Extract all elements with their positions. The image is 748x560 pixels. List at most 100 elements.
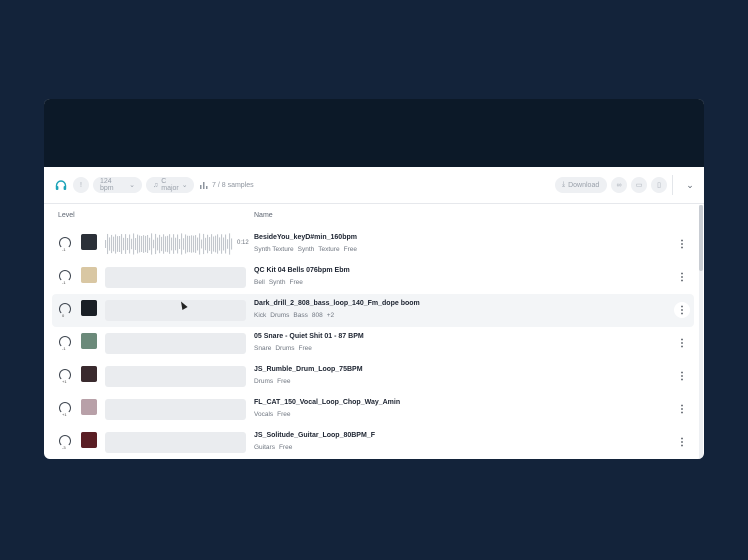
tag[interactable]: Drums	[270, 312, 289, 319]
table-row[interactable]: -3 JS_Solitude_Guitar_Loop_80BPM_F Guitars…	[52, 426, 694, 459]
cover-art[interactable]	[81, 399, 97, 415]
sample-count: 7 / 8 samples	[200, 177, 254, 193]
info-button[interactable]: !	[73, 177, 89, 193]
waveform-placeholder[interactable]	[105, 333, 246, 354]
waveform-placeholder[interactable]	[105, 432, 246, 453]
table-row[interactable]: -1 QC Kit 04 Bells 076bpm Ebm Bell Synth Fre…	[52, 261, 694, 294]
top-panel	[44, 99, 704, 167]
tag[interactable]: Free	[277, 378, 290, 385]
tag[interactable]: 808	[312, 312, 323, 319]
table-row[interactable]: +1 FL_CAT_150_Vocal_Loop_Chop_Way_Amin Voc…	[52, 393, 694, 426]
cover-art[interactable]	[81, 333, 97, 349]
table-row[interactable]: -1 05 Snare - Quiet Shit 01 - 87 BPM Snare…	[52, 327, 694, 360]
more-options-button[interactable]: ⋮	[674, 302, 690, 318]
level-column-header[interactable]: Level	[58, 212, 75, 219]
toolbar: ! 124 bpm ⌄ ♫ C major ⌄ 7 / 8 samples ⤓ …	[44, 167, 704, 204]
more-vertical-icon: ⋮	[677, 304, 687, 316]
tag[interactable]: Texture	[318, 246, 339, 253]
download-button[interactable]: ⤓ Download	[555, 177, 607, 193]
tag[interactable]: Snare	[254, 345, 271, 352]
tag-list: Drums Free	[254, 378, 295, 385]
chevron-down-icon: ⌄	[181, 182, 188, 189]
more-vertical-icon: ⋮	[677, 238, 687, 250]
tag-list: Guitars Free	[254, 444, 296, 451]
tag[interactable]: Synth	[298, 246, 315, 253]
tag[interactable]: Drums	[275, 345, 294, 352]
level-value: -1	[62, 346, 66, 351]
waveform-placeholder[interactable]	[105, 366, 246, 387]
tag[interactable]: Free	[277, 411, 290, 418]
tag[interactable]: Bell	[254, 279, 265, 286]
tag[interactable]: Free	[279, 444, 292, 451]
level-knob[interactable]	[59, 303, 71, 315]
duration: 0:12	[237, 240, 249, 246]
table-row[interactable]: 0 Dark_drill_2_808_bass_loop_140_Fm_dope …	[52, 294, 694, 327]
tag[interactable]: Free	[289, 279, 302, 286]
key-label: C major	[161, 178, 179, 192]
sample-title[interactable]: JS_Rumble_Drum_Loop_75BPM	[254, 366, 363, 373]
sample-browser-window: ! 124 bpm ⌄ ♫ C major ⌄ 7 / 8 samples ⤓ …	[44, 99, 704, 459]
tag[interactable]: Bass	[293, 312, 307, 319]
samples-count-label: 7 / 8 samples	[212, 181, 254, 189]
more-options-button[interactable]: ⋮	[674, 269, 690, 285]
sample-title[interactable]: 05 Snare - Quiet Shit 01 - 87 BPM	[254, 333, 364, 340]
name-column-header[interactable]: Name	[254, 212, 273, 219]
tag-list: Bell Synth Free	[254, 279, 307, 286]
download-icon: ⤓	[562, 181, 566, 188]
tag[interactable]: Drums	[254, 378, 273, 385]
info-icon: !	[80, 181, 82, 189]
headphones-icon[interactable]	[54, 177, 68, 193]
waveform-placeholder[interactable]	[105, 399, 246, 420]
tag[interactable]: Vocals	[254, 411, 273, 418]
tag[interactable]: Free	[299, 345, 312, 352]
sample-title[interactable]: FL_CAT_150_Vocal_Loop_Chop_Way_Amin	[254, 399, 400, 406]
cover-art[interactable]	[81, 234, 97, 250]
more-options-button[interactable]: ⋮	[674, 368, 690, 384]
more-options-button[interactable]: ⋮	[674, 434, 690, 450]
level-value: +1	[62, 412, 67, 417]
waveform-placeholder[interactable]	[105, 267, 246, 288]
link-button[interactable]: ∞	[611, 177, 627, 193]
table-row[interactable]: +1 JS_Rumble_Drum_Loop_75BPM Drums Free ⋮	[52, 360, 694, 393]
tag[interactable]: Kick	[254, 312, 266, 319]
toolbar-divider	[672, 175, 673, 195]
more-vertical-icon: ⋮	[677, 370, 687, 382]
link-icon: ∞	[616, 181, 622, 189]
folder-icon: ▭	[635, 182, 643, 189]
sample-title[interactable]: Dark_drill_2_808_bass_loop_140_Fm_dope b…	[254, 300, 420, 307]
more-vertical-icon: ⋮	[677, 271, 687, 283]
bars-icon	[200, 181, 208, 189]
tag[interactable]: Free	[344, 246, 357, 253]
tag[interactable]: +2	[327, 312, 334, 319]
level-value: 0	[62, 313, 65, 318]
key-filter[interactable]: ♫ C major ⌄	[146, 177, 194, 193]
more-vertical-icon: ⋮	[677, 436, 687, 448]
tag[interactable]: Synth Texture	[254, 246, 294, 253]
sample-title[interactable]: JS_Solitude_Guitar_Loop_80BPM_F	[254, 432, 375, 439]
more-vertical-icon: ⋮	[677, 403, 687, 415]
delete-button[interactable]: ▯	[651, 177, 667, 193]
table-row[interactable]: -1 0:12 BesideYou_keyD#min_160bpm Synth Tex…	[52, 228, 694, 261]
cover-art[interactable]	[81, 432, 97, 448]
cover-art[interactable]	[81, 300, 97, 316]
more-options-button[interactable]: ⋮	[674, 401, 690, 417]
more-options-button[interactable]: ⋮	[674, 335, 690, 351]
level-value: -1	[62, 280, 66, 285]
bpm-filter[interactable]: 124 bpm ⌄	[93, 177, 142, 193]
tag[interactable]: Synth	[269, 279, 286, 286]
collapse-button[interactable]: ⌄	[684, 177, 696, 193]
folder-button[interactable]: ▭	[631, 177, 647, 193]
download-label: Download	[568, 181, 600, 189]
trash-icon: ▯	[657, 182, 661, 189]
sample-title[interactable]: BesideYou_keyD#min_160bpm	[254, 234, 357, 241]
waveform-placeholder[interactable]	[105, 300, 246, 321]
waveform[interactable]	[105, 233, 234, 255]
chevron-down-icon: ⌄	[129, 182, 135, 189]
more-options-button[interactable]: ⋮	[674, 236, 690, 252]
sample-title[interactable]: QC Kit 04 Bells 076bpm Ebm	[254, 267, 350, 274]
tag-list: Kick Drums Bass 808 +2	[254, 312, 338, 319]
cover-art[interactable]	[81, 267, 97, 283]
tag[interactable]: Guitars	[254, 444, 275, 451]
cover-art[interactable]	[81, 366, 97, 382]
scrollbar-thumb[interactable]	[699, 205, 703, 271]
